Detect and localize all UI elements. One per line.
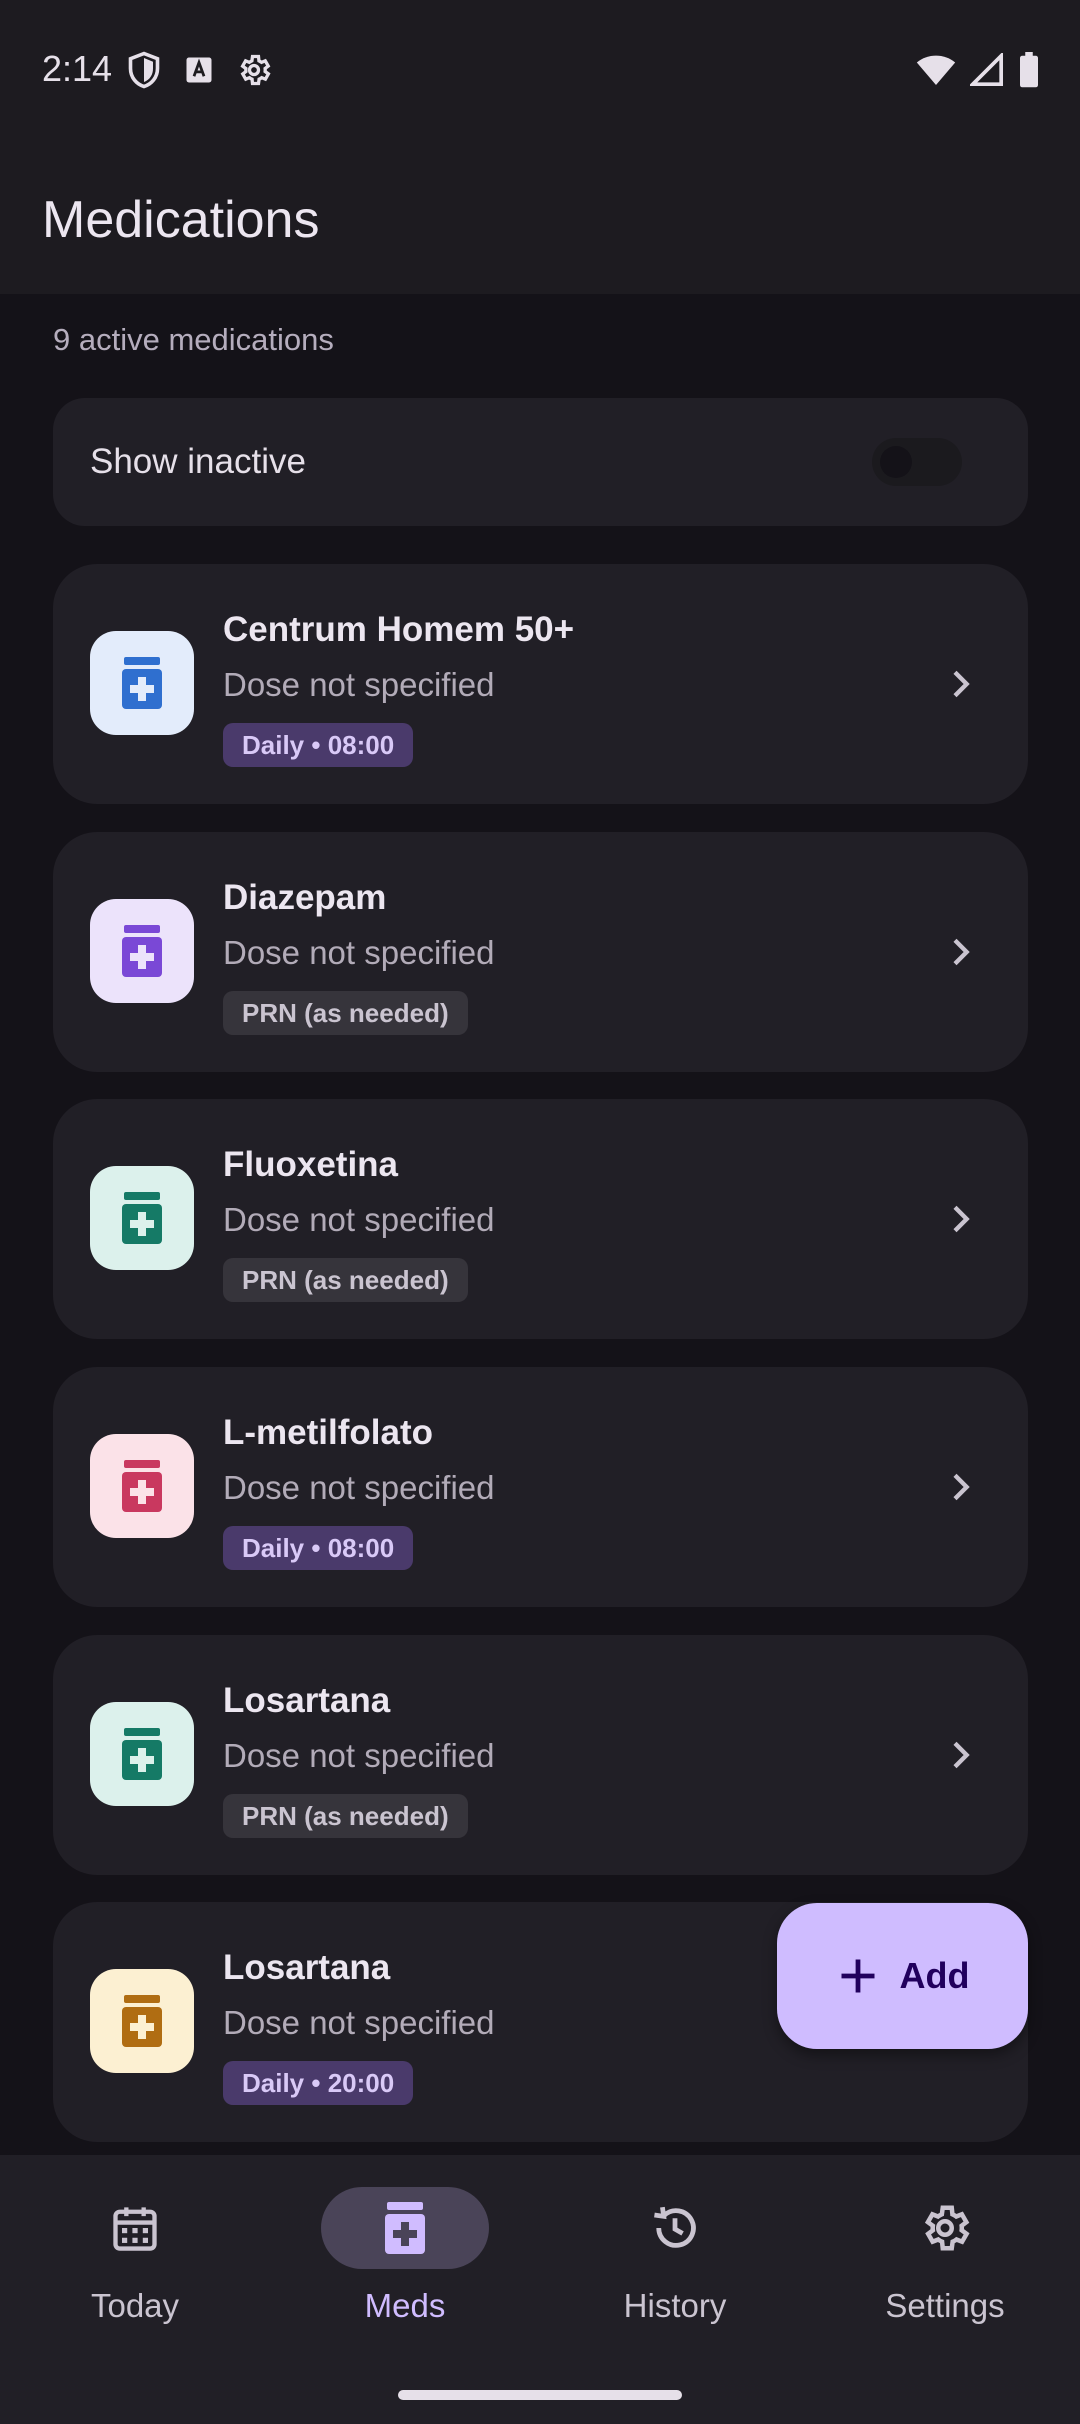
status-right-icons (916, 51, 1040, 93)
nav-pill (51, 2187, 219, 2269)
medication-card[interactable]: Centrum Homem 50+ Dose not specified Dai… (53, 564, 1028, 804)
medication-dose: Dose not specified (223, 1737, 495, 1774)
medicine-bottle-icon (90, 1702, 194, 1806)
medication-card[interactable]: Fluoxetina Dose not specified PRN (as ne… (53, 1099, 1028, 1339)
add-medication-button[interactable]: Add (777, 1903, 1028, 2049)
medication-dose: Dose not specified (223, 1469, 495, 1506)
shield-icon (126, 50, 162, 95)
schedule-badge: Daily • 20:00 (223, 2061, 414, 2105)
status-bar: 2:14 (0, 0, 1080, 140)
medication-dose: Dose not specified (223, 934, 495, 971)
medication-name: Losartana (223, 1948, 391, 1987)
nav-label-today: Today (90, 2287, 180, 2324)
medicine-bottle-icon (90, 899, 194, 1003)
nav-label-settings: Settings (885, 2287, 1005, 2324)
schedule-badge: Daily • 08:00 (223, 723, 414, 767)
page-title: Medications (42, 191, 320, 249)
schedule-badge: Daily • 08:00 (223, 1526, 414, 1570)
chevron-right-icon (953, 938, 970, 966)
nav-pill (861, 2187, 1029, 2269)
calendar-icon (113, 2207, 157, 2251)
medicine-bottle-icon (90, 1969, 194, 2073)
show-inactive-label: Show inactive (90, 442, 306, 481)
home-indicator (398, 2390, 682, 2400)
show-inactive-switch[interactable] (872, 438, 962, 486)
medication-dose: Dose not specified (223, 666, 495, 703)
nav-item-history[interactable]: History (540, 2155, 810, 2355)
switch-thumb (880, 446, 912, 478)
keyboard-a-icon (184, 55, 214, 90)
battery-icon (1018, 52, 1040, 93)
medicine-bottle-icon (90, 631, 194, 735)
chevron-right-icon (953, 670, 970, 698)
medicine-bottle-icon (385, 2202, 425, 2254)
medication-card[interactable]: L-metilfolato Dose not specified Daily •… (53, 1367, 1028, 1607)
nav-item-today[interactable]: Today (0, 2155, 270, 2355)
nav-label-history: History (623, 2287, 727, 2324)
status-left-icons (126, 50, 272, 95)
nav-pill-active (321, 2187, 489, 2269)
schedule-badge: PRN (as needed) (223, 1258, 468, 1302)
medication-name: Centrum Homem 50+ (223, 610, 575, 649)
nav-label-meds: Meds (364, 2287, 446, 2324)
show-inactive-card: Show inactive (53, 398, 1028, 526)
gear-icon (924, 2205, 970, 2251)
medication-dose: Dose not specified (223, 2004, 495, 2041)
medications-screen: 2:14 Medications 9 active medications Sh… (0, 0, 1080, 2424)
medication-name: Diazepam (223, 878, 387, 917)
bottom-navigation: Today Meds History Settings (0, 2155, 1080, 2424)
schedule-badge: PRN (as needed) (223, 991, 468, 1035)
medication-card[interactable]: Diazepam Dose not specified PRN (as need… (53, 832, 1028, 1072)
history-icon (654, 2206, 696, 2248)
status-time: 2:14 (42, 48, 113, 89)
plus-icon (841, 1959, 874, 1993)
medication-card[interactable]: Losartana Dose not specified PRN (as nee… (53, 1635, 1028, 1875)
settings-gear-icon (236, 52, 272, 93)
medication-dose: Dose not specified (223, 1201, 495, 1238)
chevron-right-icon (953, 1473, 970, 1501)
medicine-bottle-icon (90, 1434, 194, 1538)
medication-name: L-metilfolato (223, 1413, 433, 1452)
signal-icon (968, 51, 1004, 92)
schedule-badge: PRN (as needed) (223, 1794, 468, 1838)
active-medications-count: 9 active medications (53, 322, 334, 357)
chevron-right-icon (953, 1205, 970, 1233)
medication-name: Fluoxetina (223, 1145, 399, 1184)
chevron-right-icon (953, 1741, 970, 1769)
nav-item-meds[interactable]: Meds (270, 2155, 540, 2355)
medicine-bottle-icon (90, 1166, 194, 1270)
nav-pill (591, 2187, 759, 2269)
wifi-icon (916, 53, 956, 92)
add-button-label: Add (899, 1955, 970, 1996)
app-bar: Medications (0, 140, 1080, 294)
nav-item-settings[interactable]: Settings (810, 2155, 1080, 2355)
medication-name: Losartana (223, 1681, 391, 1720)
